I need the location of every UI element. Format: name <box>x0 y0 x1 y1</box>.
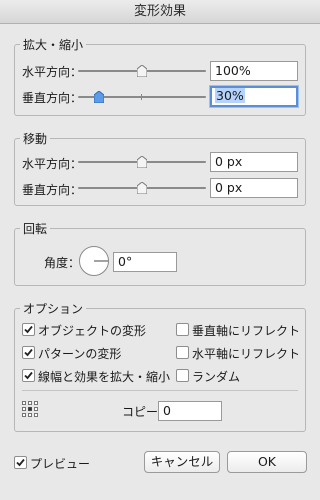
angle-input[interactable]: 0° <box>113 252 177 272</box>
selected-text: 30% <box>215 88 245 103</box>
slider-knob[interactable] <box>94 91 104 103</box>
checkmark-icon <box>24 348 33 357</box>
reflect-x-label[interactable]: 垂直軸にリフレクト <box>192 322 300 339</box>
copies-label: コピー <box>122 405 159 419</box>
scale-horizontal-input[interactable]: 100% <box>210 61 298 81</box>
move-horizontal-label: 水平方向： <box>22 157 83 171</box>
reflect-y-label[interactable]: 水平軸にリフレクト <box>192 345 300 362</box>
checkmark-icon <box>16 458 25 467</box>
move-horizontal-input[interactable]: 0 px <box>210 152 298 172</box>
transform-patterns-label[interactable]: パターンの変形 <box>38 345 121 362</box>
random-label[interactable]: ランダム <box>192 368 240 385</box>
random-checkbox[interactable] <box>176 369 189 382</box>
reflect-y-checkbox[interactable] <box>176 346 189 359</box>
transform-objects-label[interactable]: オブジェクトの変形 <box>38 322 146 339</box>
preview-label[interactable]: プレビュー <box>30 455 90 472</box>
reflect-x-checkbox[interactable] <box>176 323 189 336</box>
scale-strokes-label[interactable]: 線幅と効果を拡大・縮小 <box>38 368 170 385</box>
preview-checkbox[interactable] <box>14 456 27 469</box>
scale-strokes-checkbox[interactable] <box>22 369 35 382</box>
angle-label: 角度： <box>44 256 81 270</box>
scale-horizontal-slider[interactable] <box>78 61 206 81</box>
move-vertical-label: 垂直方向： <box>22 183 83 197</box>
cancel-button[interactable]: キャンセル <box>144 451 220 473</box>
checkmark-icon <box>24 371 33 380</box>
move-horizontal-slider[interactable] <box>78 152 206 172</box>
move-vertical-slider[interactable] <box>78 178 206 198</box>
slider-tick <box>141 94 142 100</box>
scale-vertical-label: 垂直方向： <box>22 91 83 105</box>
scale-group-title: 拡大・縮小 <box>20 36 87 53</box>
scale-vertical-slider[interactable] <box>78 87 206 107</box>
slider-knob[interactable] <box>137 182 147 194</box>
move-vertical-input[interactable]: 0 px <box>210 178 298 198</box>
rotate-group-title: 回転 <box>20 220 51 237</box>
slider-knob[interactable] <box>137 156 147 168</box>
move-group-title: 移動 <box>20 130 51 147</box>
scale-horizontal-label: 水平方向： <box>22 65 83 79</box>
options-group-title: オプション <box>20 300 87 317</box>
slider-knob[interactable] <box>137 65 147 77</box>
copies-input[interactable]: 0 <box>158 401 222 421</box>
scale-vertical-input[interactable]: 30% <box>210 86 298 107</box>
ok-button[interactable]: OK <box>227 451 307 473</box>
reference-point-icon[interactable] <box>22 401 38 417</box>
transform-patterns-checkbox[interactable] <box>22 346 35 359</box>
window-title: 変形効果 <box>0 0 320 24</box>
options-separator <box>22 390 298 391</box>
angle-dial[interactable] <box>78 245 110 277</box>
checkmark-icon <box>24 325 33 334</box>
transform-objects-checkbox[interactable] <box>22 323 35 336</box>
